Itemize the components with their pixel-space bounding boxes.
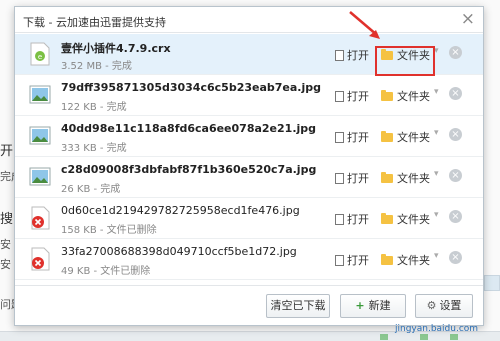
folder-button[interactable]: 文件夹 bbox=[378, 250, 433, 268]
download-item[interactable]: 0d60ce1d219429782725958ecd1fe476.jpg 158… bbox=[15, 198, 483, 239]
close-icon[interactable]: × bbox=[461, 10, 475, 28]
remove-icon[interactable]: × bbox=[449, 46, 462, 59]
open-button[interactable]: 打开 bbox=[335, 47, 369, 63]
image-file-icon bbox=[29, 126, 51, 145]
file-name: 0d60ce1d219429782725958ecd1fe476.jpg bbox=[61, 204, 300, 217]
folder-button[interactable]: 文件夹 bbox=[378, 209, 433, 227]
remove-icon[interactable]: × bbox=[449, 210, 462, 223]
clear-downloaded-button[interactable]: 清空已下载 bbox=[266, 294, 330, 318]
file-name: 壹伴小插件4.7.9.crx bbox=[61, 42, 171, 55]
file-meta: 49 KB - 文件已删除 bbox=[61, 266, 151, 277]
bg-text-fragment: 搜 bbox=[0, 212, 14, 227]
open-button[interactable]: 打开 bbox=[335, 129, 369, 145]
plus-icon: + bbox=[355, 299, 365, 312]
chevron-down-icon[interactable]: ▾ bbox=[434, 210, 439, 220]
document-icon bbox=[335, 214, 344, 225]
svg-text:e: e bbox=[38, 53, 42, 61]
gear-icon: ⚙ bbox=[426, 299, 437, 312]
new-download-button[interactable]: + 新建 bbox=[340, 294, 406, 318]
file-name: 79dff395871305d3034c6c5b23eab7ea.jpg bbox=[61, 81, 321, 94]
remove-icon[interactable]: × bbox=[449, 251, 462, 264]
download-dialog: 下载 - 云加速由迅雷提供支持 × e 壹伴小插件4.7.9.crx 3.52 … bbox=[14, 6, 484, 326]
chevron-down-icon[interactable]: ▾ bbox=[434, 251, 439, 261]
download-item[interactable]: 40dd98e11c118a8fd6ca6ee078a2e21.jpg 333 … bbox=[15, 116, 483, 157]
remove-icon[interactable]: × bbox=[449, 128, 462, 141]
dialog-title: 下载 - 云加速由迅雷提供支持 bbox=[23, 16, 166, 29]
dialog-footer: 清空已下载 + 新建 ⚙ 设置 bbox=[15, 285, 483, 325]
annotation-highlight-box bbox=[375, 46, 435, 76]
file-meta: 333 KB - 完成 bbox=[61, 143, 127, 154]
folder-icon bbox=[381, 172, 393, 183]
document-icon bbox=[335, 255, 344, 266]
dialog-titlebar: 下载 - 云加速由迅雷提供支持 × bbox=[15, 7, 483, 33]
download-item[interactable]: 79dff395871305d3034c6c5b23eab7ea.jpg 122… bbox=[15, 75, 483, 116]
annotation-arrow bbox=[349, 11, 380, 39]
file-name: c28d09008f3dbfabf87f1b360e520c7a.jpg bbox=[61, 163, 317, 176]
file-name: 33fa27008688398d049710ccf5be1d72.jpg bbox=[61, 245, 297, 258]
document-icon bbox=[335, 132, 344, 143]
folder-icon bbox=[381, 131, 393, 142]
chevron-down-icon[interactable]: ▾ bbox=[434, 128, 439, 138]
remove-icon[interactable]: × bbox=[449, 169, 462, 182]
folder-button[interactable]: 文件夹 bbox=[378, 168, 433, 186]
settings-button[interactable]: ⚙ 设置 bbox=[415, 294, 473, 318]
folder-icon bbox=[381, 213, 393, 224]
deleted-file-icon bbox=[31, 247, 50, 271]
document-icon bbox=[335, 50, 344, 61]
chevron-down-icon[interactable]: ▾ bbox=[434, 169, 439, 179]
crx-file-icon: e bbox=[30, 42, 50, 66]
deleted-file-icon bbox=[31, 206, 50, 230]
download-item[interactable]: c28d09008f3dbfabf87f1b360e520c7a.jpg 26 … bbox=[15, 157, 483, 198]
folder-icon bbox=[381, 90, 393, 101]
bg-text-fragment: 安 bbox=[0, 238, 11, 251]
bg-text-fragment: 安 bbox=[0, 258, 11, 271]
bg-text-fragment: 开 bbox=[0, 144, 14, 159]
watermark: jingyan.baidu.com bbox=[395, 324, 479, 334]
remove-icon[interactable]: × bbox=[449, 87, 462, 100]
download-item[interactable]: 33fa27008688398d049710ccf5be1d72.jpg 49 … bbox=[15, 239, 483, 280]
folder-icon bbox=[381, 254, 393, 265]
document-icon bbox=[335, 173, 344, 184]
image-file-icon bbox=[29, 167, 51, 186]
folder-button[interactable]: 文件夹 bbox=[378, 86, 433, 104]
chevron-down-icon[interactable]: ▾ bbox=[434, 87, 439, 97]
file-meta: 122 KB - 完成 bbox=[61, 102, 127, 113]
open-button[interactable]: 打开 bbox=[335, 88, 369, 104]
folder-button[interactable]: 文件夹 bbox=[378, 127, 433, 145]
document-icon bbox=[335, 91, 344, 102]
file-meta: 158 KB - 文件已删除 bbox=[61, 225, 157, 236]
open-button[interactable]: 打开 bbox=[335, 211, 369, 227]
file-meta: 26 KB - 完成 bbox=[61, 184, 121, 195]
open-button[interactable]: 打开 bbox=[335, 252, 369, 268]
file-meta: 3.52 MB - 完成 bbox=[61, 61, 132, 72]
image-file-icon bbox=[29, 85, 51, 104]
open-button[interactable]: 打开 bbox=[335, 170, 369, 186]
bg-thumbnail bbox=[484, 275, 500, 291]
file-name: 40dd98e11c118a8fd6ca6ee078a2e21.jpg bbox=[61, 122, 317, 135]
